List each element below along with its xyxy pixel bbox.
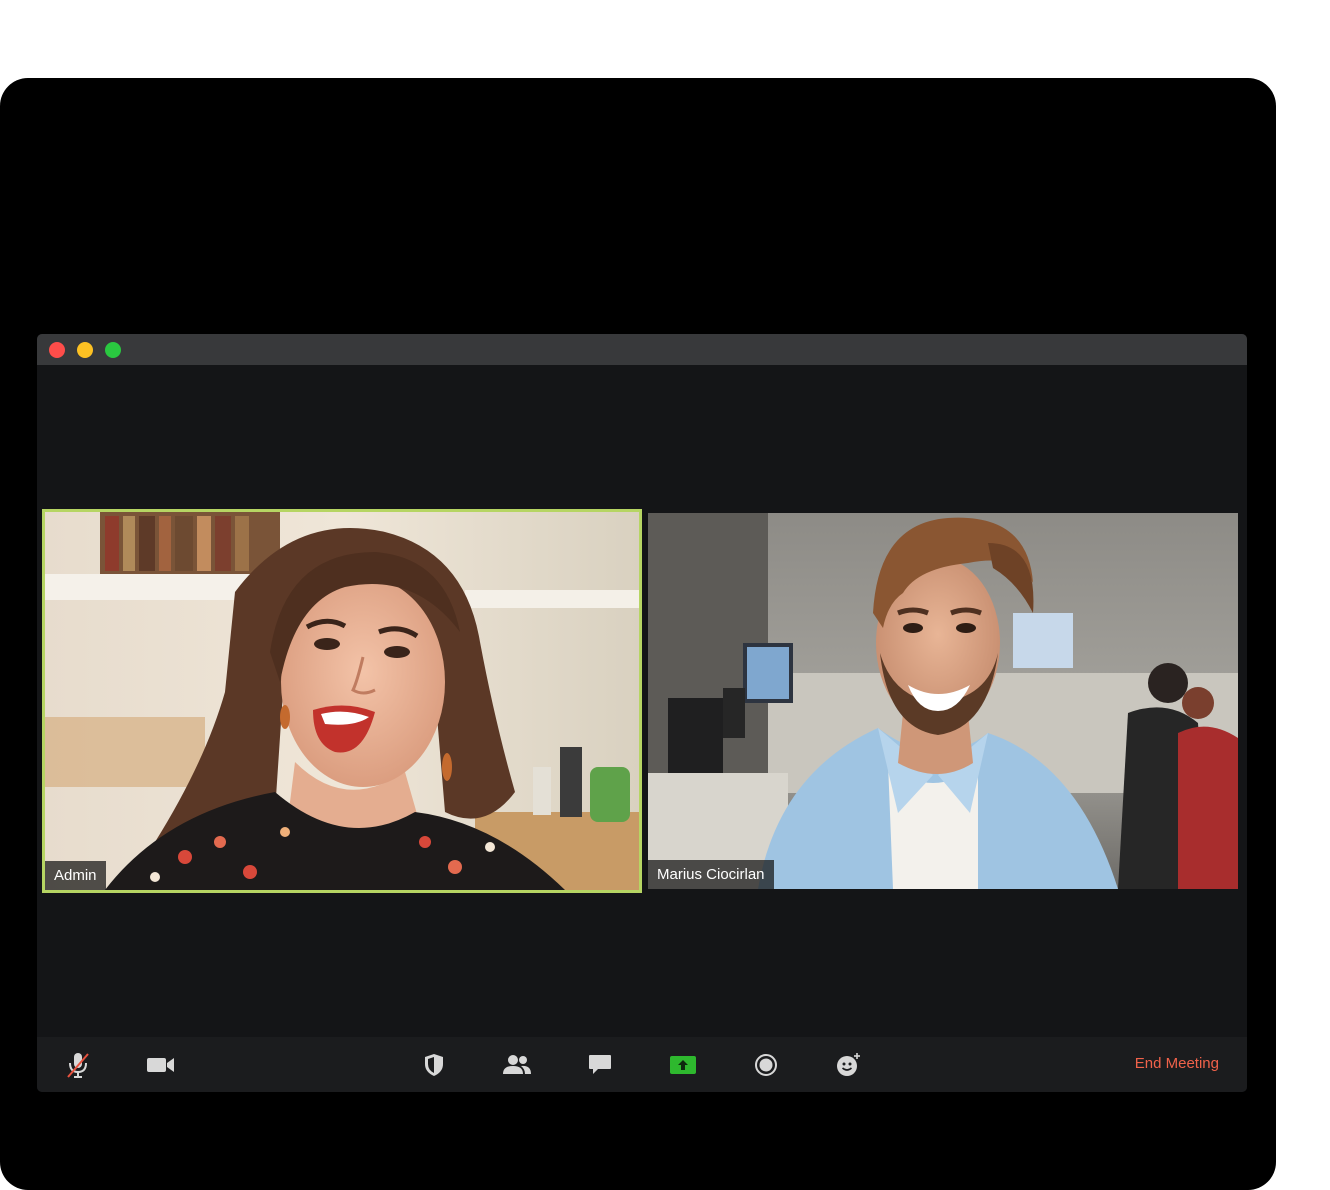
share-screen-icon <box>670 1056 696 1074</box>
end-meeting-button[interactable]: End Meeting <box>1135 1055 1219 1072</box>
meeting-window: Admin Marius Ciocirlan End Meeting <box>37 334 1247 1092</box>
share-screen-button[interactable] <box>668 1050 698 1080</box>
participant-tile-admin[interactable]: Admin <box>42 509 642 893</box>
participant-name-admin: Admin <box>45 861 106 890</box>
participants-button[interactable] <box>502 1050 532 1080</box>
mute-button[interactable] <box>63 1050 93 1080</box>
participant-video-admin <box>45 512 639 890</box>
microphone-muted-icon <box>67 1053 89 1078</box>
maximize-window-button[interactable] <box>105 342 121 358</box>
record-icon <box>755 1054 777 1076</box>
video-camera-icon <box>147 1058 174 1072</box>
title-bar <box>37 334 1247 365</box>
participant-name-marius: Marius Ciocirlan <box>648 860 774 889</box>
chat-bubble-icon <box>589 1055 611 1074</box>
chat-button[interactable] <box>585 1050 615 1080</box>
meeting-toolbar: End Meeting <box>37 1037 1247 1092</box>
participant-tile-marius[interactable]: Marius Ciocirlan <box>648 513 1238 889</box>
reactions-icon <box>837 1053 860 1076</box>
video-button[interactable] <box>146 1050 176 1080</box>
participants-icon <box>503 1055 531 1074</box>
close-window-button[interactable] <box>49 342 65 358</box>
security-button[interactable] <box>419 1050 449 1080</box>
reactions-button[interactable] <box>834 1050 864 1080</box>
participant-video-marius <box>648 513 1238 889</box>
device-frame: Admin Marius Ciocirlan End Meeting <box>0 78 1276 1190</box>
record-button[interactable] <box>751 1050 781 1080</box>
shield-security-icon <box>425 1054 443 1076</box>
minimize-window-button[interactable] <box>77 342 93 358</box>
